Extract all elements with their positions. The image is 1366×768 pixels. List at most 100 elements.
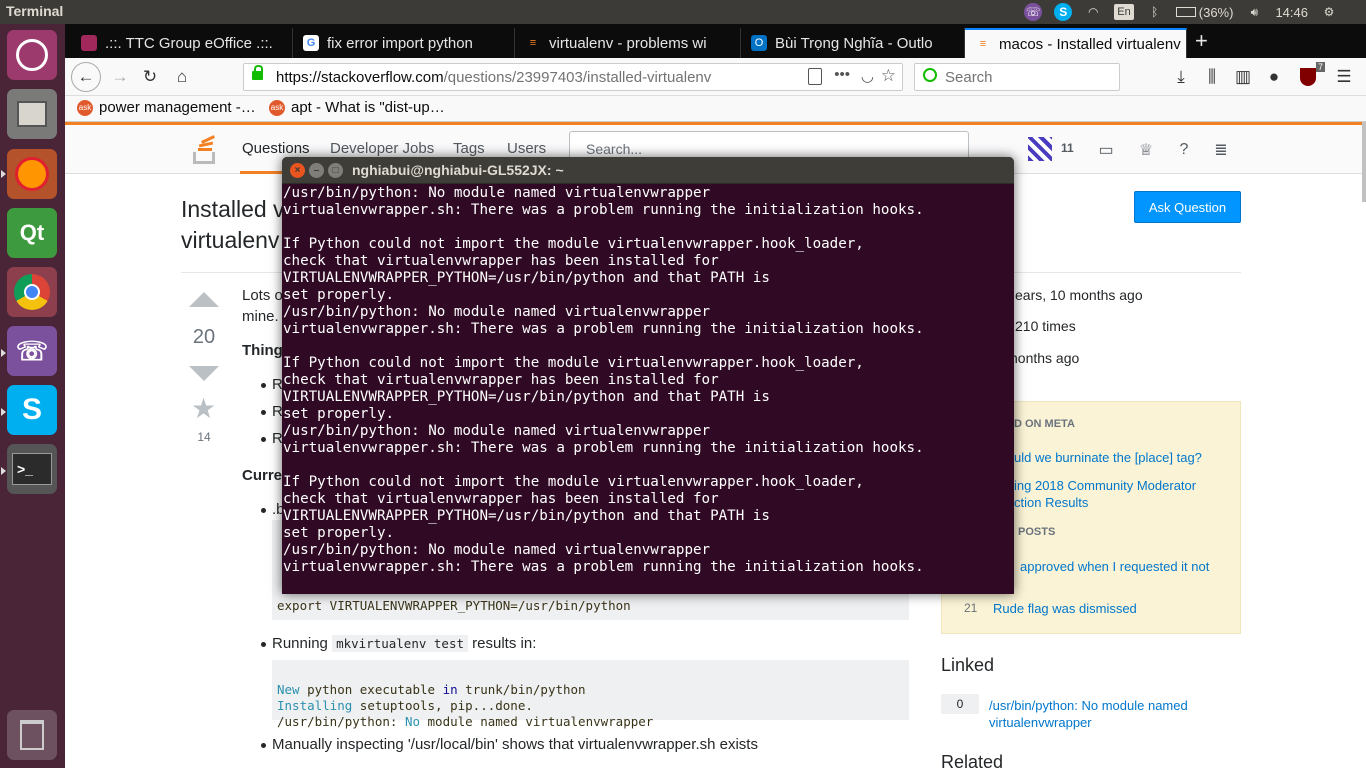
ublock-count-badge: 7 <box>1315 62 1325 72</box>
terminal-line: check that virtualenvwrapper has been in… <box>283 491 719 507</box>
active-app-title: Terminal <box>6 3 64 19</box>
firefox-icon[interactable] <box>7 149 57 199</box>
tab-google-search[interactable]: G fix error import python <box>293 28 515 58</box>
tab-eoffice[interactable]: .::. TTC Group eOffice .::. <box>71 28 293 58</box>
battery-indicator[interactable]: (36%) <box>1175 5 1233 20</box>
ubuntu-dash-icon[interactable] <box>7 30 57 80</box>
user-avatar[interactable] <box>1028 137 1052 161</box>
files-icon[interactable] <box>7 89 57 139</box>
bullet <box>261 437 266 442</box>
review-queue-icon[interactable]: ≣ <box>1211 140 1231 160</box>
sidebar-icon[interactable]: ▥ <box>1230 64 1256 90</box>
page-actions-icon[interactable]: ••• <box>834 66 850 83</box>
meta-link-line: ing 2018 Community Moderator <box>1014 478 1197 493</box>
volume-icon[interactable]: 🔊︎ <box>1245 3 1263 21</box>
ask-question-button[interactable]: Ask Question <box>1134 191 1241 223</box>
linked-question-link[interactable]: /usr/bin/python: No module named virtual… <box>989 697 1219 731</box>
chrome-icon[interactable] <box>7 267 57 317</box>
skype-icon[interactable]: S <box>7 385 57 435</box>
terminal-line: VIRTUALENVWRAPPER_PYTHON=/usr/bin/python… <box>283 389 770 405</box>
nav-questions[interactable]: Questions <box>242 140 310 157</box>
terminal-line: VIRTUALENVWRAPPER_PYTHON=/usr/bin/python… <box>283 508 770 524</box>
bookmarks-toolbar: ask power management -… ask apt - What i… <box>65 96 1366 122</box>
bookmark-star-icon[interactable]: ☆ <box>881 66 896 86</box>
viber-running-indicator <box>1 349 6 357</box>
favorite-star-icon[interactable]: ★ <box>191 392 216 425</box>
terminal-titlebar[interactable]: × – □ nghiabui@nghiabui-GL552JX: ~ <box>282 157 1014 184</box>
bullet <box>261 383 266 388</box>
pocket-icon[interactable]: ◡ <box>861 67 874 85</box>
keyboard-layout-indicator[interactable]: En <box>1114 4 1134 20</box>
code-token: No <box>404 714 420 729</box>
ublock-icon[interactable]: 7 <box>1295 62 1325 90</box>
terminal-output[interactable]: /usr/bin/python: No module named virtual… <box>283 185 1013 594</box>
bluetooth-icon[interactable]: ᛒ <box>1146 3 1164 21</box>
downvote-arrow-icon[interactable] <box>189 366 219 381</box>
askubuntu-favicon-icon: ask <box>269 99 285 116</box>
url-bar[interactable]: https://stackoverflow.com /questions/239… <box>243 63 903 91</box>
top-panel: Terminal ☏ S ◠ En ᛒ (36%) 🔊︎ 14:46 ⚙ <box>0 0 1366 24</box>
page-scrollbar[interactable] <box>1362 122 1366 202</box>
tab-virtualenv-problems[interactable]: ≡ virtualenv - problems wi <box>515 28 741 58</box>
tab-installed-virtualenv[interactable]: ≡ macos - Installed virtualenv <box>965 28 1187 58</box>
help-icon[interactable]: ? <box>1174 140 1194 160</box>
viber-icon[interactable]: ☏ <box>7 326 57 376</box>
eoffice-favicon-icon <box>81 35 97 51</box>
secure-lock-icon[interactable] <box>252 65 263 80</box>
meta-link-line: ction Results <box>1014 495 1089 510</box>
stackoverflow-logo-icon[interactable] <box>193 134 217 164</box>
battery-icon <box>1175 7 1196 17</box>
meta-link-approved[interactable]: approved when I requested it not <box>1020 558 1209 575</box>
minimize-window-icon[interactable]: – <box>309 163 324 178</box>
new-tab-plus-icon[interactable]: + <box>1195 28 1208 54</box>
bookmark-power-management[interactable]: ask power management -… <box>77 99 256 116</box>
home-icon[interactable]: ⌂ <box>169 64 195 90</box>
bookmark-apt-dist-upgrade[interactable]: ask apt - What is "dist-up… <box>269 99 445 116</box>
back-arrow-icon[interactable]: ← <box>71 62 101 92</box>
tab-outlook[interactable]: O Bùi Trọng Nghĩa - Outlo <box>741 28 965 58</box>
meta-link-moderator-election[interactable]: ing 2018 Community Moderator ction Resul… <box>1014 477 1196 511</box>
nav-tags[interactable]: Tags <box>453 140 485 157</box>
manual-inspect-item: Manually inspecting '/usr/local/bin' sho… <box>272 736 758 753</box>
qt-creator-icon[interactable]: Qt <box>7 208 57 258</box>
nav-developer-jobs[interactable]: Developer Jobs <box>330 140 434 157</box>
post-intro-line-2: mine. <box>242 308 279 325</box>
terminal-line: /usr/bin/python: No module named virtual… <box>283 423 711 439</box>
maximize-window-icon[interactable]: □ <box>328 163 343 178</box>
reload-icon[interactable]: ↻ <box>137 64 163 90</box>
skype-tray-icon[interactable]: S <box>1054 3 1073 21</box>
library-icon[interactable]: ⫼ <box>1199 64 1225 90</box>
close-window-icon[interactable]: × <box>290 163 305 178</box>
achievements-trophy-icon[interactable]: ♕ <box>1136 140 1156 160</box>
search-icon <box>923 68 937 82</box>
asked-date: ears, 10 months ago <box>1015 287 1143 303</box>
terminal-line: check that virtualenvwrapper has been in… <box>283 372 719 388</box>
terminal-window[interactable]: × – □ nghiabui@nghiabui-GL552JX: ~ /usr/… <box>282 157 1014 594</box>
wifi-icon[interactable]: ◠ <box>1084 3 1102 21</box>
trash-icon[interactable] <box>7 710 57 760</box>
browser-tab-bar: .::. TTC Group eOffice .::. G fix error … <box>65 24 1366 58</box>
menu-hamburger-icon[interactable]: ☰ <box>1331 64 1357 90</box>
related-heading: Related <box>941 752 1004 768</box>
search-bar[interactable]: Search <box>914 63 1120 91</box>
clock[interactable]: 14:46 <box>1275 5 1308 20</box>
downloads-icon[interactable]: ⤓ <box>1168 64 1194 90</box>
reader-view-icon[interactable] <box>808 68 822 85</box>
code-token: python executable <box>299 682 443 697</box>
meta-link-burninate-place[interactable]: uld we burninate the [place] tag? <box>1014 449 1202 466</box>
meta-link-rude-flag[interactable]: Rude flag was dismissed <box>993 600 1137 617</box>
inbox-icon[interactable]: ▭ <box>1096 140 1116 160</box>
tab-label: fix error import python <box>327 34 473 52</box>
system-tray: ☏ S ◠ En ᛒ (36%) 🔊︎ 14:46 ⚙ <box>1024 0 1366 24</box>
forward-arrow-icon[interactable]: → <box>107 64 133 90</box>
upvote-arrow-icon[interactable] <box>189 292 219 307</box>
nav-users[interactable]: Users <box>507 140 546 157</box>
bullet <box>261 642 266 647</box>
settings-gear-icon[interactable]: ⚙ <box>1320 3 1338 21</box>
hot-meta-posts-heading: POSTS <box>1018 526 1056 538</box>
extension-icon[interactable]: ● <box>1261 64 1287 90</box>
bullet <box>261 410 266 415</box>
viber-tray-icon[interactable]: ☏ <box>1024 3 1043 21</box>
terminal-icon[interactable]: >_ <box>7 444 57 494</box>
